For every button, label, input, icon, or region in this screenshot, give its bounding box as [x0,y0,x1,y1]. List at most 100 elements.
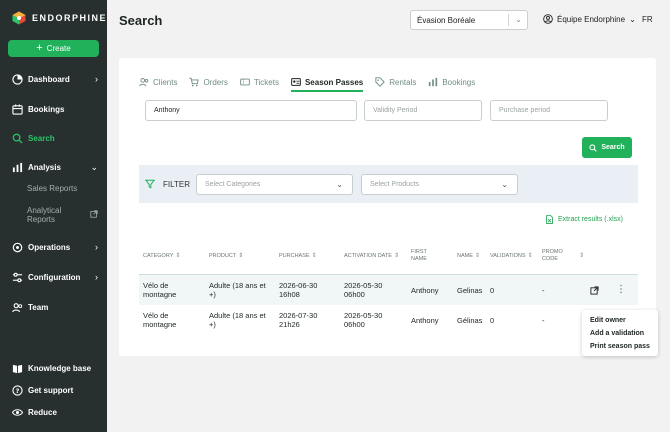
menu-item-edit-owner[interactable]: Edit owner [582,314,658,327]
tag-icon [375,77,386,87]
cell-first-name: Anthony [411,316,439,325]
location-select[interactable]: Évasion Boréale ⌄ [410,10,528,30]
menu-item-print-season-pass[interactable]: Print season pass [582,340,658,353]
chevron-right-icon: › [95,272,98,282]
search-button[interactable]: Search [582,137,632,158]
users-icon [139,78,149,87]
header-text: PROMO CODE [542,249,563,262]
categories-select[interactable]: Select Categories ⌄ [196,174,353,195]
create-button[interactable]: + Create [8,40,99,57]
sidebar-item-configuration[interactable]: Configuration › [12,270,102,284]
chart-icon [12,162,23,172]
plus-icon: + [36,42,43,54]
search-tabs: Clients Orders Tickets Season Passes Ren… [139,76,487,92]
tab-season-passes[interactable]: Season Passes [290,76,364,92]
sidebar-subitem-sales-reports[interactable]: Sales Reports [27,184,77,193]
cell-name: Gélinas [457,316,483,325]
gear-icon [12,242,23,252]
tab-label: Bookings [442,77,476,87]
tab-orders[interactable]: Orders [189,76,228,88]
cell-first-name: Anthony [411,286,439,295]
column-header-purchase[interactable]: PURCHASE ⇕ [279,253,317,260]
brand-name: ENDORPHINE [32,13,108,23]
cell-category: Vélo de montagne [143,311,177,329]
name-input[interactable]: Anthony [145,100,357,121]
filter-bar: FILTER Select Categories ⌄ Select Produc… [139,165,638,203]
column-header-name[interactable]: NAME ⇕ [457,253,480,260]
tab-label: Clients [153,77,178,87]
column-header-validations[interactable]: VALIDATIONS ⇕ [490,253,533,260]
header-text: PRODUCT [209,253,237,259]
sidebar-item-bookings[interactable]: Bookings [12,102,102,116]
table-row[interactable]: Vélo de montagne Adulte (18 ans et +) 20… [139,305,638,336]
sort-icon: ⇕ [527,253,533,259]
tab-clients[interactable]: Clients [139,76,177,88]
sidebar-subitem-analytical-reports[interactable]: Analytical Reports [27,206,79,224]
sidebar-item-team[interactable]: Team [12,300,102,314]
chevron-down-icon: ⌄ [336,180,343,189]
language-switch[interactable]: FR [642,15,653,24]
cell-promo-code: - [542,316,545,325]
sidebar-item-get-support[interactable]: ? Get support [12,383,102,397]
sliders-icon [12,272,23,282]
column-header-category[interactable]: CATEGORY ⇕ [143,253,180,260]
header-text: NAME [457,253,473,259]
row-menu-icon[interactable]: ⋮ [616,285,626,295]
search-button-label: Search [601,144,625,151]
row-actions-menu: Edit owner Add a validation Print season… [582,310,658,356]
pass-icon [291,78,301,86]
filter-icon [145,179,155,189]
column-header-promo-code[interactable]: PROMO CODE [542,249,564,263]
chevron-down-icon: ⌄ [501,180,508,189]
sidebar-item-search[interactable]: Search [12,131,102,145]
sidebar-item-label: Knowledge base [28,363,92,373]
sidebar-item-dashboard[interactable]: Dashboard › [12,72,102,86]
page-title: Search [119,13,163,28]
chevron-down-icon: ⌄ [629,14,636,24]
column-header-activation-date[interactable]: ACTIVATION DATE ⇕ [344,253,399,260]
tab-tickets[interactable]: Tickets [240,76,279,88]
purchase-period-input[interactable]: Purchase period [490,100,608,121]
header-text: FIRST NAME [411,249,427,262]
chart-icon [429,77,438,87]
column-header-actions[interactable]: ⇕ [577,253,584,260]
table-row[interactable]: Vélo de montagne Adulte (18 ans et +) 20… [139,274,638,305]
sidebar-item-operations[interactable]: Operations › [12,240,102,254]
search-icon [589,143,598,152]
tab-bookings[interactable]: Bookings [428,76,475,88]
sidebar-item-knowledge-base[interactable]: Knowledge base [12,361,102,375]
logo-icon [12,11,26,25]
team-name: Équipe Endorphine [557,14,626,24]
menu-item-add-validation[interactable]: Add a validation [582,327,658,340]
chevron-down-icon: ⌄ [515,15,522,24]
cell-activation-date: 2026-05-30 06h00 [344,281,383,299]
sidebar-item-label: Get support [28,385,74,395]
sidebar-item-label: Team [28,302,49,312]
header-text: PURCHASE [279,253,310,259]
column-header-first-name[interactable]: FIRST NAME [411,249,433,263]
cell-purchase: 2026-07-30 21h26 [279,311,318,329]
sort-icon: ⇕ [579,253,585,259]
tab-label: Season Passes [304,77,364,87]
team-menu[interactable]: Équipe Endorphine ⌄ [543,14,636,24]
extract-results-link[interactable]: Extract results (.xlsx) [545,215,623,224]
cell-activation-date: 2026-05-30 06h00 [344,311,383,329]
cell-validations: 0 [490,286,495,295]
sidebar-item-label: Configuration [28,272,81,282]
products-select[interactable]: Select Products ⌄ [361,174,518,195]
calendar-icon [12,103,23,115]
open-external-icon[interactable] [590,286,599,295]
cell-product: Adulte (18 ans et +) [209,311,266,329]
create-label: Create [46,44,71,53]
column-header-product[interactable]: PRODUCT ⇕ [209,253,243,260]
sidebar-item-reduce[interactable]: Reduce [12,405,102,419]
logo[interactable]: ENDORPHINE [12,10,107,26]
cell-category: Vélo de montagne [143,281,177,299]
sidebar: ENDORPHINE + Create Dashboard › Bookings… [0,0,107,432]
tab-rentals[interactable]: Rentals [375,76,416,88]
sort-icon: ⇕ [238,253,244,259]
svg-text:?: ? [16,386,20,394]
sidebar-item-analysis[interactable]: Analysis ⌄ [12,160,102,174]
extract-label: Extract results (.xlsx) [558,216,623,223]
validity-period-input[interactable]: Validity Period [364,100,482,121]
